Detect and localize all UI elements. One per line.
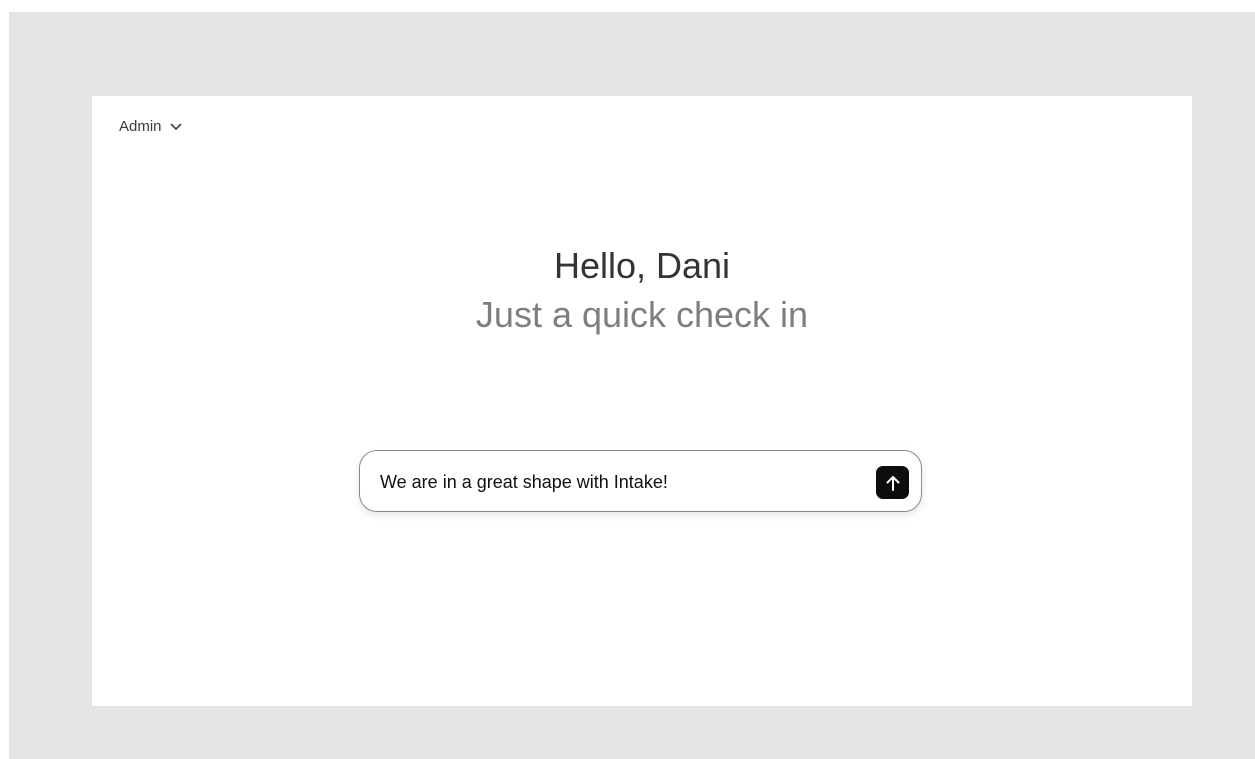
prompt-input[interactable] bbox=[380, 469, 850, 495]
role-switcher-dropdown[interactable]: Admin bbox=[119, 118, 182, 136]
chevron-down-icon bbox=[170, 123, 182, 131]
arrow-up-icon bbox=[885, 474, 901, 492]
greeting-subtitle: Just a quick check in bbox=[475, 294, 809, 335]
send-button[interactable] bbox=[876, 466, 909, 499]
prompt-box bbox=[359, 450, 922, 512]
greeting-heading: Hello, Dani bbox=[553, 245, 731, 286]
main-card: Admin Hello, Dani Just a quick check in bbox=[92, 96, 1192, 706]
page-backdrop: Admin Hello, Dani Just a quick check in bbox=[9, 12, 1255, 759]
role-switcher-label: Admin bbox=[119, 118, 162, 135]
